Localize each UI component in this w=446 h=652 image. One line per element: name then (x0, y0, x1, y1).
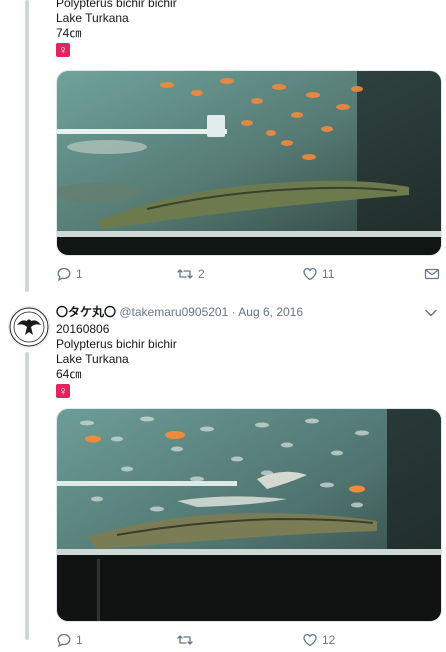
female-sign-icon: ♀ (56, 384, 70, 398)
tweet-photo[interactable] (56, 408, 442, 622)
like-button[interactable]: 11 (302, 266, 334, 282)
author-name[interactable]: 〇タケ丸〇 (56, 305, 116, 319)
reply-button[interactable]: 1 (56, 632, 83, 648)
retweet-arrows-icon (177, 635, 193, 645)
tweet-date[interactable]: Aug 6, 2016 (238, 305, 303, 319)
aquarium-photo-bichir (57, 71, 441, 255)
retweet-button[interactable]: 2 (176, 266, 205, 282)
chevron-down-icon (425, 309, 437, 317)
female-sign-icon: ♀ (56, 43, 70, 57)
heart-icon (303, 633, 317, 647)
tweet-header: 〇タケ丸〇 @takemaru0905201 · Aug 6, 2016 (56, 304, 446, 320)
tweet-line: 74㎝ (56, 26, 82, 40)
tweet-text: Polypterus bichir bichir Lake Turkana 74… (56, 0, 446, 59)
retweet-arrows-icon (177, 269, 193, 279)
header-separator: · (231, 305, 236, 319)
tweet-line: Lake Turkana (56, 11, 129, 25)
tweet-line: Lake Turkana (56, 352, 129, 366)
speech-bubble-icon (57, 267, 71, 281)
envelope-icon (424, 268, 440, 280)
tweet-2[interactable]: 〇タケ丸〇 @takemaru0905201 · Aug 6, 2016 201… (0, 304, 446, 647)
retweet-button[interactable] (176, 632, 198, 648)
speech-bubble-icon (57, 633, 71, 647)
like-count: 11 (322, 267, 335, 281)
tweet-1[interactable]: Polypterus bichir bichir Lake Turkana 74… (0, 0, 446, 286)
tweet-line: Polypterus bichir bichir (56, 337, 177, 351)
tweet-line: Polypterus bichir bichir (56, 0, 177, 10)
avatar[interactable] (8, 306, 50, 348)
like-button[interactable]: 12 (302, 632, 335, 648)
tweet-line: 64㎝ (56, 367, 82, 381)
tweet-photo[interactable] (56, 70, 442, 256)
tweet-line: 20160806 (56, 322, 110, 336)
reply-count: 1 (76, 267, 83, 281)
tweet-actions: 1 2 11 (56, 266, 444, 286)
eagle-crest-avatar-icon (9, 307, 49, 347)
author-handle[interactable]: @takemaru0905201 (119, 305, 228, 319)
like-count: 12 (322, 633, 336, 647)
retweet-count: 2 (198, 267, 205, 281)
aquarium-photo-bichir (57, 409, 441, 621)
tweet-text: 20160806 Polypterus bichir bichir Lake T… (56, 322, 446, 400)
tweet-actions: 1 12 (56, 632, 444, 652)
heart-icon (303, 267, 317, 281)
reply-count: 1 (76, 633, 83, 647)
reply-button[interactable]: 1 (56, 266, 83, 282)
share-button[interactable] (424, 266, 440, 282)
